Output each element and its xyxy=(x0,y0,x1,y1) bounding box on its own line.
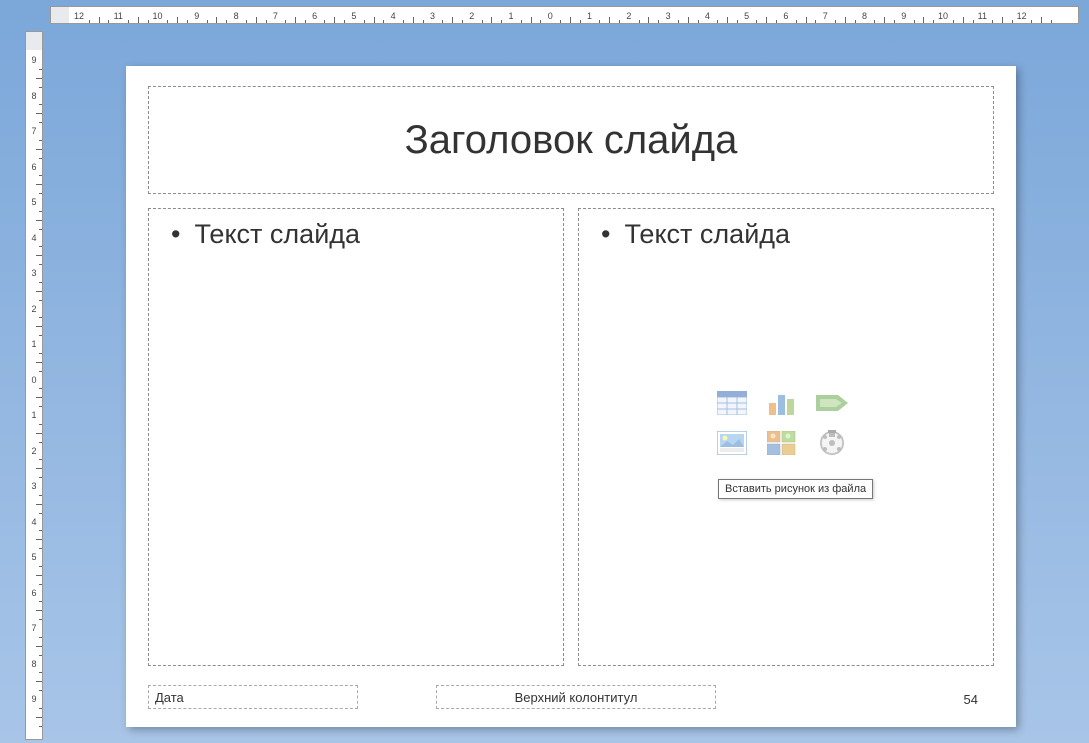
right-content-label: Текст слайда xyxy=(624,219,790,250)
ruler-h-label: 9 xyxy=(194,7,199,24)
ruler-v-label: 0 xyxy=(26,375,42,385)
content-left-placeholder[interactable]: Текст слайда xyxy=(148,208,564,666)
ruler-v-label: 9 xyxy=(26,55,42,65)
ruler-h-label: 3 xyxy=(430,7,435,24)
ruler-v-label: 4 xyxy=(26,517,42,527)
ruler-h-label: 8 xyxy=(862,7,867,24)
ruler-h-label: 1 xyxy=(509,7,514,24)
ruler-v-label: 7 xyxy=(26,126,42,136)
ruler-v-label: 1 xyxy=(26,410,42,420)
title-placeholder[interactable]: Заголовок слайда xyxy=(148,86,994,194)
vertical-ruler[interactable]: 9 8 7 6 5 4 3 2 1 0 1 2 3 4 5 6 7 8 9 xyxy=(25,31,43,740)
insert-smartart-icon[interactable] xyxy=(815,389,849,417)
title-text: Заголовок слайда xyxy=(405,118,738,163)
ruler-v-label: 3 xyxy=(26,481,42,491)
ruler-h-label: 7 xyxy=(273,7,278,24)
ruler-v-label: 4 xyxy=(26,233,42,243)
ruler-h-label: 8 xyxy=(234,7,239,24)
ruler-h-label: 5 xyxy=(351,7,356,24)
slide-workspace: Заголовок слайда Текст слайда Текст слай… xyxy=(50,30,1079,740)
right-bullet-text: Текст слайда xyxy=(595,219,977,250)
ruler-h-label: 11 xyxy=(114,7,123,24)
ruler-v-label: 8 xyxy=(26,91,42,101)
slide-canvas[interactable]: Заголовок слайда Текст слайда Текст слай… xyxy=(126,66,1016,727)
insert-table-icon[interactable] xyxy=(715,389,749,417)
ruler-v-label: 2 xyxy=(26,304,42,314)
page-number-value: 54 xyxy=(964,692,978,707)
ruler-v-label: 5 xyxy=(26,552,42,562)
horizontal-ruler[interactable]: 1211109876543210123456789101112 xyxy=(50,6,1079,24)
ruler-h-label: 2 xyxy=(626,7,631,24)
ruler-h-label: 1 xyxy=(587,7,592,24)
insert-picture-icon[interactable] xyxy=(715,429,749,457)
ruler-h-label: 7 xyxy=(823,7,828,24)
ruler-v-label: 2 xyxy=(26,446,42,456)
ruler-h-label: 10 xyxy=(153,7,163,24)
ruler-h-label: 9 xyxy=(901,7,906,24)
date-label: Дата xyxy=(155,690,184,705)
ruler-h-label: 12 xyxy=(1017,7,1027,24)
ruler-h-label: 10 xyxy=(938,7,948,24)
ruler-v-label: 6 xyxy=(26,162,42,172)
ruler-h-label: 5 xyxy=(744,7,749,24)
ruler-v-label: 9 xyxy=(26,694,42,704)
ruler-h-label: 2 xyxy=(469,7,474,24)
ruler-h-label: 11 xyxy=(978,7,987,24)
date-placeholder[interactable]: Дата xyxy=(148,685,358,709)
ruler-v-label: 1 xyxy=(26,339,42,349)
ruler-v-label: 3 xyxy=(26,268,42,278)
header-footer-placeholder[interactable]: Верхний колонтитул xyxy=(436,685,716,709)
insert-chart-icon[interactable] xyxy=(765,389,799,417)
tooltip-text: Вставить рисунок из файла xyxy=(725,483,866,495)
tooltip: Вставить рисунок из файла xyxy=(718,479,873,499)
ruler-h-label: 3 xyxy=(666,7,671,24)
ruler-h-label: 4 xyxy=(391,7,396,24)
content-right-placeholder[interactable]: Текст слайда xyxy=(578,208,994,666)
content-insert-icons xyxy=(715,389,855,457)
left-content-label: Текст слайда xyxy=(194,219,360,250)
page-number: 54 xyxy=(964,692,978,707)
ruler-h-label: 12 xyxy=(74,7,84,24)
ruler-h-label: 6 xyxy=(783,7,788,24)
ruler-h-label: 0 xyxy=(548,7,553,24)
insert-media-icon[interactable] xyxy=(815,429,849,457)
ruler-v-label: 6 xyxy=(26,588,42,598)
insert-clipart-icon[interactable] xyxy=(765,429,799,457)
ruler-v-label: 7 xyxy=(26,623,42,633)
header-footer-label: Верхний колонтитул xyxy=(515,690,638,705)
left-bullet-text: Текст слайда xyxy=(165,219,547,250)
ruler-v-label: 5 xyxy=(26,197,42,207)
ruler-h-label: 6 xyxy=(312,7,317,24)
ruler-v-label: 8 xyxy=(26,659,42,669)
ruler-h-label: 4 xyxy=(705,7,710,24)
